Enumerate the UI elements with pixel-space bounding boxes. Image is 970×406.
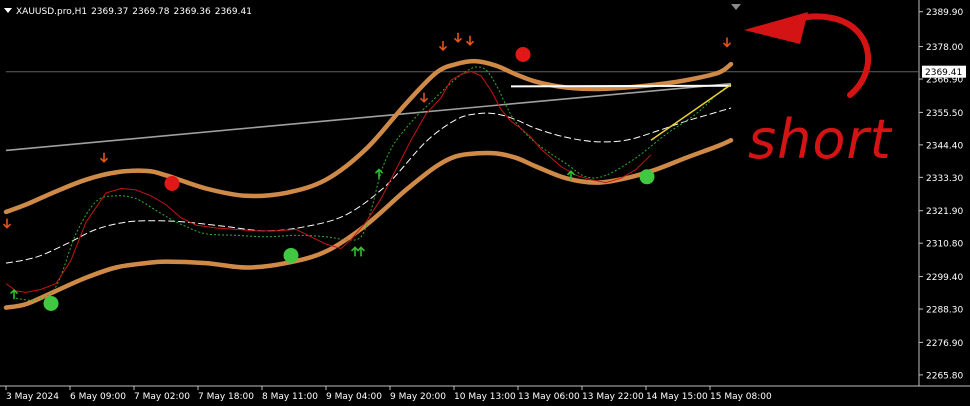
x-tick-label: 13 May 22:00 xyxy=(582,392,644,402)
white-horizontal-line[interactable] xyxy=(510,84,732,88)
x-tick-label: 6 May 09:00 xyxy=(70,392,126,402)
y-tick-label: 2355.50 xyxy=(926,109,963,119)
y-tick-label: 2378.00 xyxy=(926,43,963,53)
y-tick-label: 2299.40 xyxy=(926,273,963,283)
down-arrow-icon xyxy=(465,35,475,46)
y-tick-label: 2288.30 xyxy=(926,306,963,316)
up-arrow-icon xyxy=(374,168,384,179)
y-tick-label: 2321.90 xyxy=(926,207,963,217)
short-annotation-text: short xyxy=(748,108,893,171)
y-tick-label: 2333.30 xyxy=(926,174,963,184)
annotation-arrowhead-icon xyxy=(744,12,808,44)
upper-envelope-line xyxy=(3,58,734,215)
x-tick-label: 3 May 2024 xyxy=(6,392,59,402)
current-price-label: 2369.41 xyxy=(925,68,962,78)
trendline[interactable] xyxy=(5,82,732,152)
down-arrow-icon xyxy=(2,218,12,229)
down-arrow-icon xyxy=(99,152,109,163)
buy-signal-dot xyxy=(43,295,59,311)
y-tick-label: 2389.90 xyxy=(926,8,963,18)
buy-signal-dot xyxy=(283,247,299,263)
down-arrow-icon xyxy=(438,40,448,52)
y-tick-label: 2265.80 xyxy=(926,371,963,381)
chart-shift-marker-icon[interactable] xyxy=(731,4,741,10)
x-tick-label: 15 May 08:00 xyxy=(710,392,772,402)
sell-signal-dot xyxy=(164,176,180,192)
yellow-trend-line[interactable] xyxy=(650,83,732,141)
down-arrow-icon xyxy=(722,37,732,48)
x-tick-label: 7 May 18:00 xyxy=(198,392,254,402)
down-arrow-icon xyxy=(419,92,429,103)
price-chart[interactable]: XAUUSD.pro,H1 2369.37 2369.78 2369.36 2369.4… xyxy=(0,0,970,406)
price-line xyxy=(5,70,652,293)
buy-signal-dot xyxy=(639,169,655,185)
x-tick-label: 8 May 11:00 xyxy=(262,392,318,402)
x-tick-label: 14 May 15:00 xyxy=(646,392,708,402)
y-tick-label: 2344.40 xyxy=(926,141,963,151)
x-tick-label: 13 May 06:00 xyxy=(518,392,580,402)
up-arrow-icon xyxy=(356,246,366,257)
x-tick-label: 10 May 13:00 xyxy=(454,392,516,402)
down-arrow-icon xyxy=(453,32,463,43)
sell-signal-dot xyxy=(515,46,531,62)
up-arrow-icon xyxy=(350,246,360,257)
middle-dashed-line xyxy=(5,107,732,264)
chart-svg: 2389.902378.002366.902355.502344.402333.… xyxy=(0,0,970,402)
x-tick-label: 9 May 20:00 xyxy=(390,392,446,402)
y-tick-label: 2276.90 xyxy=(926,339,963,349)
y-tick-label: 2310.80 xyxy=(926,240,963,250)
x-tick-label: 9 May 04:00 xyxy=(326,392,382,402)
x-tick-label: 7 May 02:00 xyxy=(134,392,190,402)
